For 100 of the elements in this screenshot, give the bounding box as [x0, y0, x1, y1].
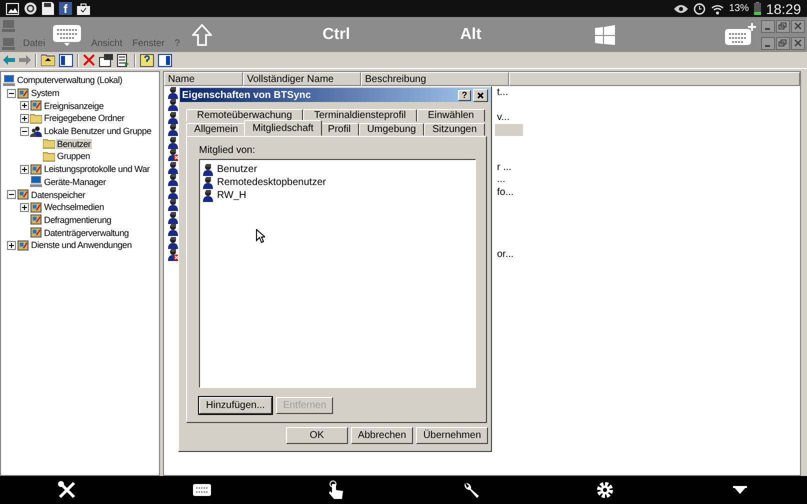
tap-hand-icon[interactable] [328, 480, 344, 500]
keyboard-add-icon[interactable] [724, 22, 756, 46]
folder-up-icon[interactable] [41, 54, 55, 66]
expand-toggle[interactable] [20, 114, 29, 123]
collapse-toggle[interactable] [20, 126, 29, 136]
floppy-icon [42, 2, 54, 15]
tab[interactable]: Einwählen [416, 109, 485, 122]
sync-icon [24, 2, 37, 15]
restore-button[interactable] [776, 20, 790, 32]
tree-item[interactable]: Benutzer [56, 138, 92, 149]
folder-icon [43, 150, 55, 162]
tab[interactable]: Terminaldiensteprofil [303, 109, 417, 122]
tree-item[interactable]: Datenspeicher [30, 190, 86, 200]
tile-icon [17, 88, 29, 99]
description-text[interactable]: or... [495, 248, 523, 261]
properties-icon[interactable] [99, 54, 113, 66]
export-list-icon[interactable] [117, 54, 130, 66]
delete-icon[interactable] [83, 54, 95, 66]
dialog-button[interactable]: OK [286, 427, 348, 444]
list-action-button[interactable]: Hinzufügen... [199, 397, 272, 414]
tree-item[interactable]: Ereignisanzeige [43, 100, 105, 111]
expand-toggle[interactable] [20, 202, 29, 212]
tile-icon [17, 189, 29, 200]
column-header[interactable]: Name [164, 72, 243, 86]
tree-item[interactable]: Geräte-Manager [43, 176, 107, 187]
user-icon [167, 186, 180, 199]
tab[interactable]: Allgemein [186, 123, 246, 136]
user-icon [167, 198, 180, 212]
group-icon [202, 163, 215, 176]
list-item[interactable]: Benutzer [217, 164, 258, 175]
dialog-button[interactable]: Übernehmen [416, 427, 488, 444]
tile-icon [30, 202, 42, 213]
user-icon [167, 136, 180, 149]
tree-item[interactable]: Computerverwaltung (Lokal) [16, 75, 124, 86]
description-text[interactable]: fo... [495, 186, 523, 198]
user-icon [167, 98, 180, 112]
tree-item[interactable]: Leistungsprotokolle und War [43, 164, 151, 174]
app-logo: f [59, 2, 72, 15]
expand-toggle[interactable] [20, 101, 29, 110]
dialog-button[interactable]: Abbrechen [350, 427, 414, 444]
tree-item[interactable]: Datenträgerverwaltung [43, 228, 130, 238]
tree-item[interactable]: Wechselmedien [43, 202, 105, 212]
expand-toggle[interactable] [20, 164, 29, 174]
keyboard-icon[interactable] [192, 484, 211, 496]
panel-toggle-icon[interactable] [158, 54, 172, 66]
mouse-pointer-icon [256, 229, 265, 243]
computer-icon [2, 20, 15, 32]
list-item[interactable]: RW_H [217, 190, 246, 201]
tile-icon [30, 227, 42, 238]
tree-item[interactable]: System [30, 88, 60, 98]
user-icon [167, 86, 180, 99]
tab[interactable]: Umgebung [358, 123, 424, 136]
description-text[interactable]: r ... [495, 161, 523, 174]
description-text[interactable]: ... [495, 174, 523, 186]
image-icon [6, 2, 19, 14]
tile-icon [30, 214, 42, 226]
eye-icon [674, 4, 688, 14]
column-header[interactable]: Beschreibung [361, 72, 509, 86]
user-icon [167, 210, 180, 224]
tab[interactable]: Sitzungen [424, 123, 485, 136]
description-text[interactable]: t... [495, 86, 523, 98]
panel-toggle-icon[interactable] [59, 54, 73, 66]
restore-button[interactable] [776, 37, 790, 50]
user-icon [167, 123, 180, 136]
tab[interactable]: Mitgliedschaft [244, 120, 322, 136]
column-header[interactable] [509, 72, 800, 86]
alarm-clock-icon [692, 2, 706, 15]
tree-item[interactable]: Defragmentierung [43, 214, 112, 225]
shift-icon[interactable] [192, 24, 212, 46]
back-arrow-icon[interactable] [3, 55, 15, 65]
tab[interactable]: Remoteüberwachung [186, 109, 304, 122]
dropdown-arrow-icon[interactable] [732, 486, 747, 494]
tree-item[interactable]: Lokale Benutzer und Gruppe [43, 126, 152, 136]
minimize-button[interactable] [761, 37, 775, 50]
computer-icon [30, 176, 42, 188]
folder-icon [30, 112, 42, 124]
column-header[interactable]: Vollständiger Name [243, 72, 361, 86]
help-button[interactable]: ? [458, 90, 471, 100]
tab[interactable]: Profil [320, 123, 359, 136]
tools-cross-icon[interactable] [57, 480, 78, 500]
settings-icon[interactable] [596, 481, 614, 499]
tree-item[interactable]: Dienste und Anwendungen [30, 240, 133, 250]
collapse-toggle[interactable] [7, 88, 16, 98]
description-text[interactable]: v... [495, 111, 523, 124]
user-icon [167, 160, 180, 174]
user-icon [167, 173, 180, 186]
group-icon [202, 189, 215, 202]
tree-item[interactable]: Freigegebene Ordner [43, 113, 126, 124]
collapse-toggle[interactable] [7, 190, 16, 200]
wrench-icon[interactable] [462, 481, 480, 499]
dialog-title: Eigenschaften von BTSync [182, 90, 312, 100]
clock-time: 18:29 [766, 0, 801, 16]
member-list[interactable]: Benutzer Remotedesktopbenutzer RW_H [199, 159, 476, 388]
expand-toggle[interactable] [7, 240, 16, 250]
list-item[interactable]: Remotedesktopbenutzer [217, 177, 326, 188]
windows-logo-icon[interactable] [594, 24, 616, 44]
help-icon[interactable] [140, 54, 154, 66]
computer-icon [2, 38, 15, 50]
tree-item[interactable]: Gruppen [56, 151, 91, 162]
minimize-button[interactable] [761, 20, 775, 32]
